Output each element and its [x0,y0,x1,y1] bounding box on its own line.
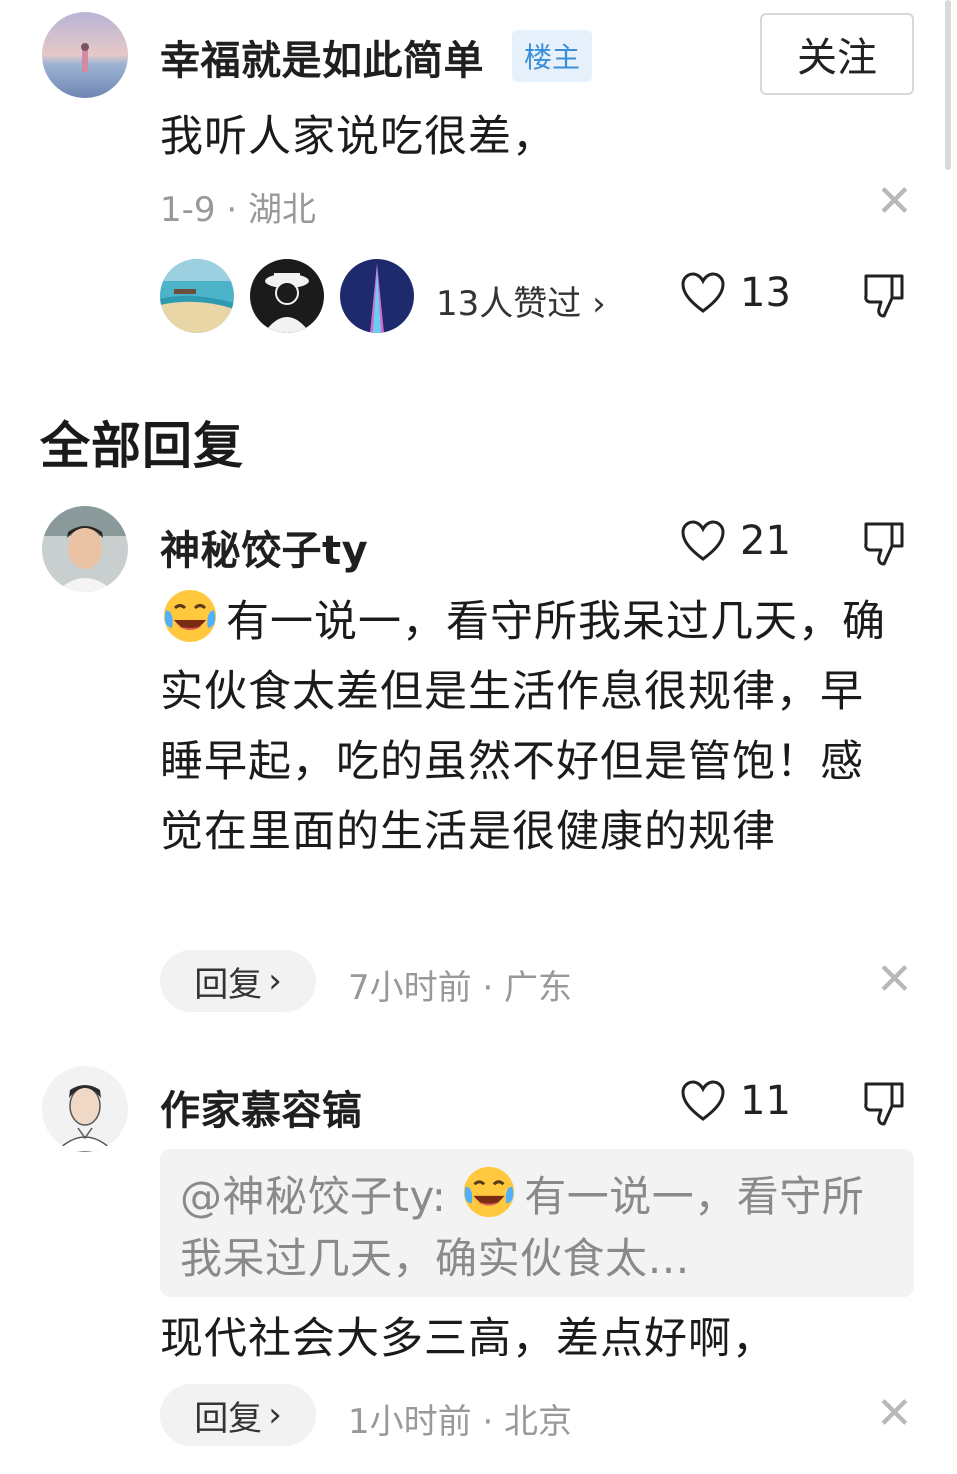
reply-like-button[interactable]: 21 [680,518,791,564]
heart-outline-icon [681,520,725,561]
follow-button[interactable]: 关注 [760,13,914,95]
reply-text: 现代社会大多三高，差点好啊， [160,1314,776,1364]
reply-author-avatar[interactable] [42,1066,128,1152]
reply-button-label: 回复 [194,964,263,1005]
chevron-right-icon: › [268,1395,282,1435]
laughing-crying-emoji [164,590,216,642]
reply-meta: 7小时前 · 广东 [348,968,573,1008]
thumbs-down-icon[interactable] [862,520,906,568]
heart-outline-icon [681,1080,725,1121]
reply-button[interactable]: 回复 › [160,1384,316,1446]
quoted-author: @神秘饺子ty: [180,1172,447,1221]
liker-avatar[interactable] [250,259,324,333]
scrollbar[interactable] [945,0,951,170]
close-icon[interactable]: ✕ [876,1392,913,1436]
reply-author-name[interactable]: 作家慕容镐 [160,1078,363,1136]
thumbs-down-icon[interactable] [862,272,906,320]
op-badge: 楼主 [512,30,593,82]
reply-author-avatar[interactable] [42,506,128,592]
chevron-right-icon: › [268,961,282,1001]
post-like-count: 13 [740,270,791,316]
heart-outline-icon [681,272,725,313]
reply-button[interactable]: 回复 › [160,950,316,1012]
post-meta: 1-9 · 湖北 [160,190,316,230]
liker-avatar[interactable] [340,259,414,333]
liker-avatar[interactable] [160,259,234,333]
reply-button-label: 回复 [194,1398,263,1439]
close-icon[interactable]: ✕ [876,180,913,224]
section-title: 全部回复 [40,417,244,475]
quoted-reply[interactable]: @神秘饺子ty: 有一说一，看守所我呆过几天，确实伙食太… [160,1149,914,1297]
reply-like-count: 11 [740,1078,791,1124]
reply-text: 有一说一，看守所我呆过几天，确实伙食太差但是生活作息很规律，早睡早起，吃的虽然不… [160,586,890,867]
reply-like-count: 21 [740,518,791,564]
reply-text-content: 有一说一，看守所我呆过几天，确实伙食太差但是生活作息很规律，早睡早起，吃的虽然不… [160,597,886,857]
likers-link[interactable]: 13人赞过 › [436,276,606,325]
close-icon[interactable]: ✕ [876,958,913,1002]
post-text: 我听人家说吃很差， [160,112,556,162]
quoted-reply-text: @神秘饺子ty: 有一说一，看守所我呆过几天，确实伙食太… [180,1163,892,1290]
reply-like-button[interactable]: 11 [680,1078,791,1124]
reply-meta: 1小时前 · 北京 [348,1402,573,1442]
reply-author-name[interactable]: 神秘饺子ty [160,518,368,576]
laughing-crying-emoji [464,1166,515,1218]
thumbs-down-icon[interactable] [862,1080,906,1128]
post-like-button[interactable]: 13 [680,270,791,316]
post-author-avatar[interactable] [42,12,128,98]
post-author-name[interactable]: 幸福就是如此简单 [160,28,484,86]
